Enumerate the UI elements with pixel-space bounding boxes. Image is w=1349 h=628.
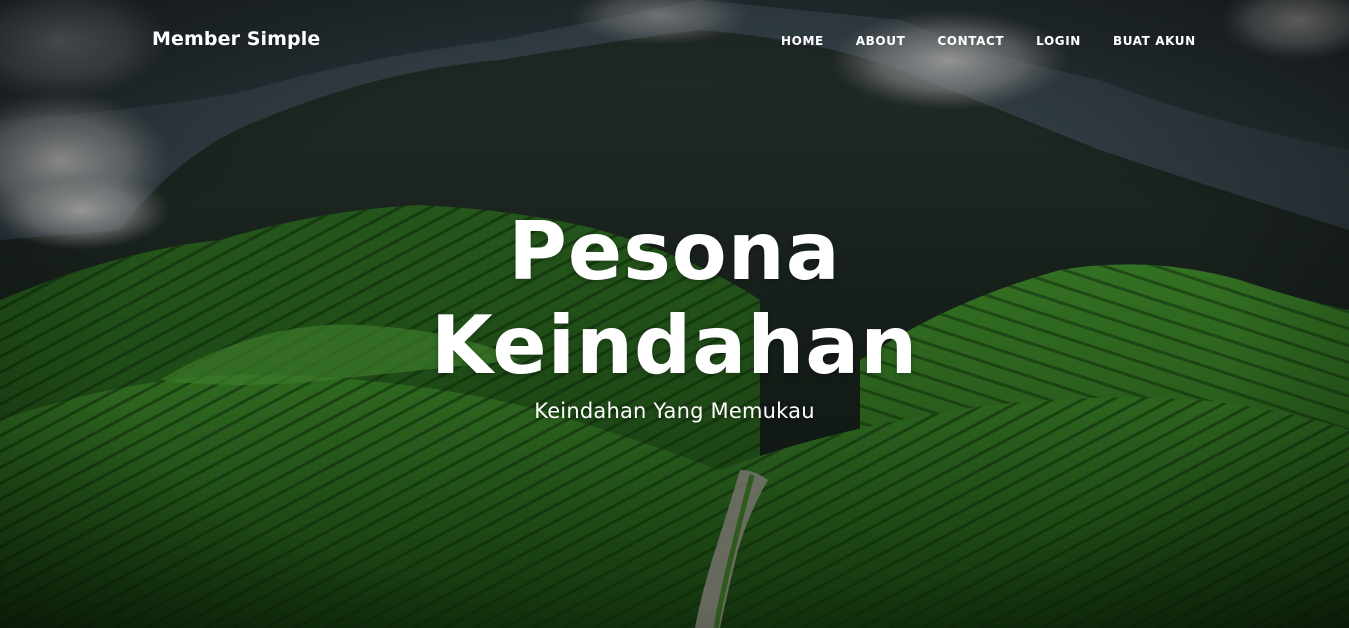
nav-link-about[interactable]: ABOUT: [856, 33, 906, 49]
hero-section: Member Simple HOME ABOUT CONTACT LOGIN B…: [0, 0, 1349, 628]
nav-item-about: ABOUT: [856, 33, 938, 49]
nav-link-buat-akun[interactable]: BUAT AKUN: [1113, 33, 1196, 49]
hero-content: Pesona Keindahan Keindahan Yang Memukau: [0, 205, 1349, 423]
nav-link-contact[interactable]: CONTACT: [937, 33, 1004, 49]
hero-subtitle: Keindahan Yang Memukau: [534, 399, 815, 423]
nav-link-login[interactable]: LOGIN: [1036, 33, 1081, 49]
nav-item-login: LOGIN: [1036, 33, 1113, 49]
nav-item-home: HOME: [781, 33, 856, 49]
nav-item-buat-akun: BUAT AKUN: [1113, 33, 1196, 49]
hero-title-line-1: Pesona: [508, 205, 841, 298]
nav-menu: HOME ABOUT CONTACT LOGIN BUAT AKUN: [781, 33, 1196, 49]
nav-item-contact: CONTACT: [937, 33, 1036, 49]
hero-title-line-2: Keindahan: [430, 299, 919, 392]
brand-link[interactable]: Member Simple: [152, 28, 320, 50]
nav-link-home[interactable]: HOME: [781, 33, 824, 49]
navbar: Member Simple HOME ABOUT CONTACT LOGIN B…: [0, 0, 1349, 82]
hero-title: Pesona Keindahan: [0, 205, 1349, 393]
